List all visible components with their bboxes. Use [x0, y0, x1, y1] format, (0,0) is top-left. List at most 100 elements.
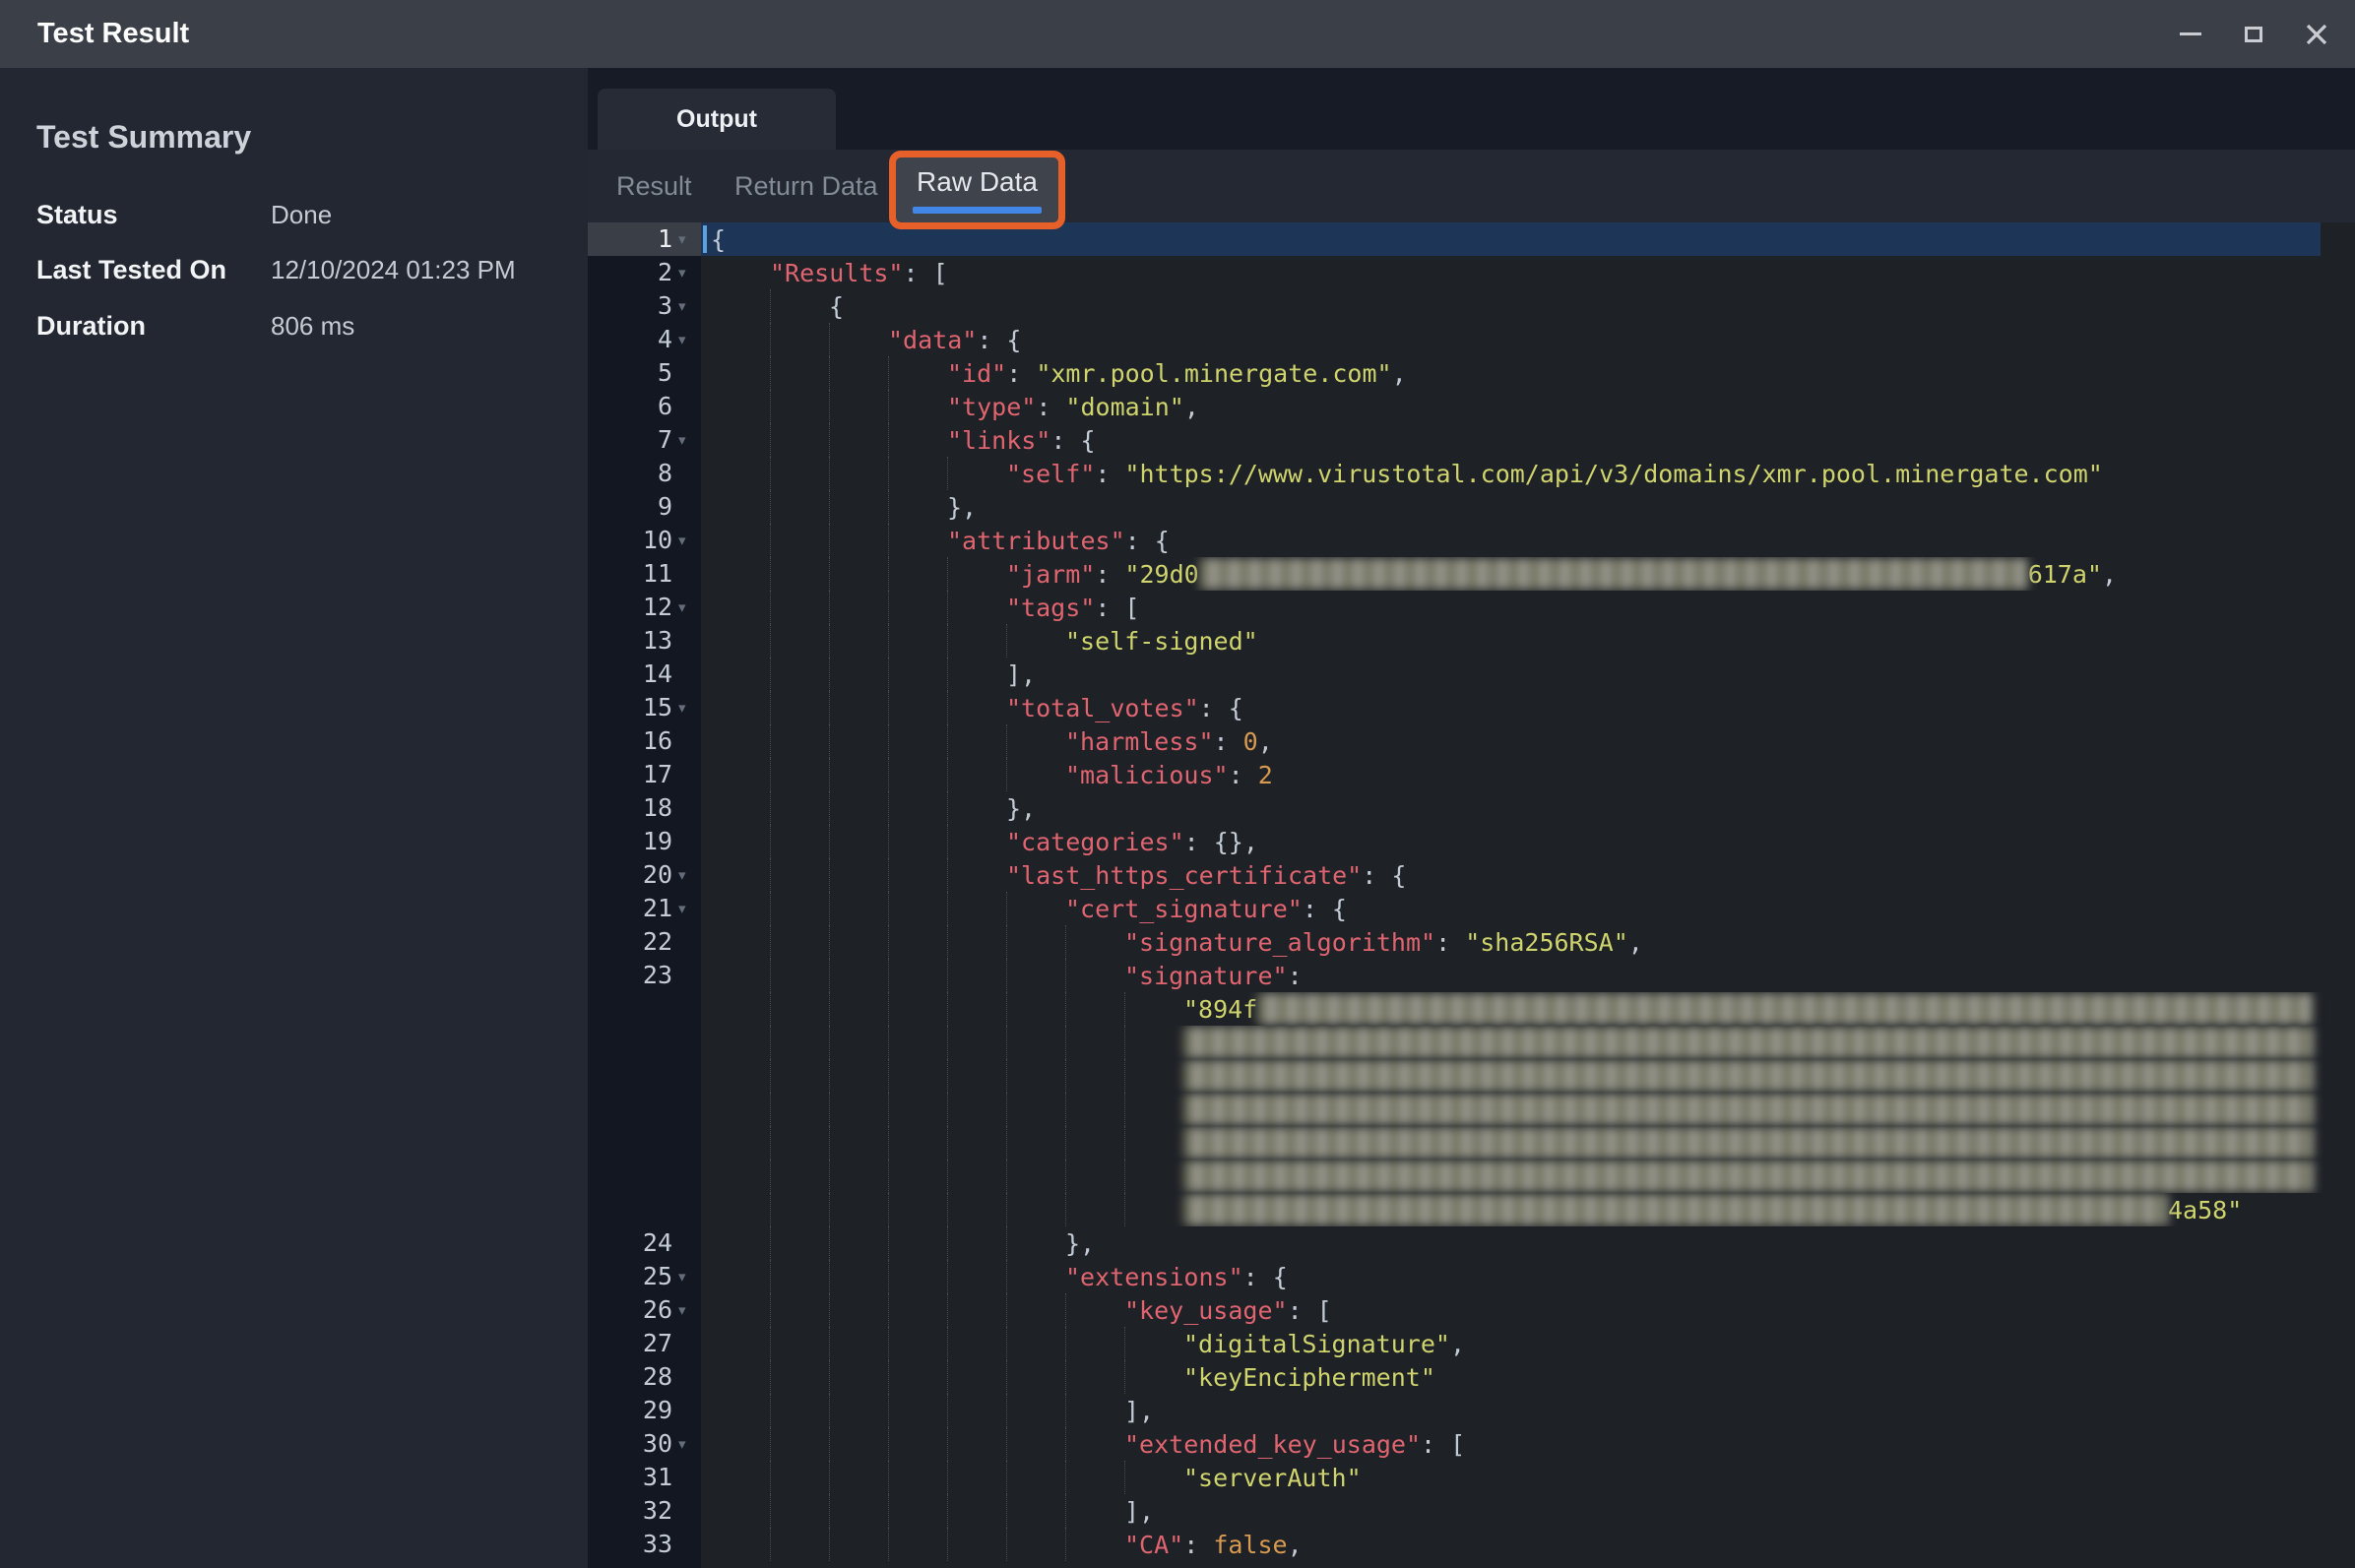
maximize-button[interactable] [2241, 22, 2266, 47]
code-line-19[interactable]: 19"categories": {}, [588, 825, 2355, 858]
token-k: "attributes" [947, 527, 1125, 555]
code-line-16[interactable]: 16"harmless": 0, [588, 724, 2355, 758]
indent-guide [1124, 1327, 1183, 1360]
code-line-10[interactable]: 10▾"attributes": { [588, 524, 2355, 557]
code-line-27[interactable]: 27"digitalSignature", [588, 1327, 2355, 1360]
indent-guide [829, 925, 888, 959]
fold-toggle-icon[interactable]: ▾ [672, 423, 701, 457]
code-line-11[interactable]: 11"jarm": "29d0617a", [588, 557, 2355, 591]
fold-toggle-icon[interactable]: ▾ [672, 1260, 701, 1293]
token-p: , [1288, 1531, 1303, 1559]
indent-guide [829, 591, 888, 624]
summary-row-status: Status Done [36, 200, 568, 230]
line-number: 23 [588, 959, 672, 992]
redacted-text [1199, 558, 2028, 590]
line-number: 26 [588, 1293, 672, 1327]
indent-guide [829, 557, 888, 591]
code-line-wrapped[interactable] [588, 1093, 2355, 1126]
indent-guide [829, 858, 888, 892]
indent-guide [829, 1461, 888, 1494]
token-p: ], [1006, 660, 1036, 689]
fold-toggle-icon[interactable]: ▾ [672, 323, 701, 356]
indent-guide [888, 758, 947, 791]
code-line-7[interactable]: 7▾"links": { [588, 423, 2355, 457]
indent-guide [947, 691, 1006, 724]
subtab-return-data[interactable]: Return Data [734, 150, 878, 222]
line-number: 12 [588, 591, 672, 624]
indent-guide [711, 758, 770, 791]
click-highlight-raw-data[interactable]: Raw Data [889, 151, 1065, 229]
code-line-4[interactable]: 4▾"data": { [588, 323, 2355, 356]
fold-toggle-icon[interactable]: ▾ [672, 1427, 701, 1461]
code-line-29[interactable]: 29], [588, 1394, 2355, 1427]
token-p: ], [1124, 1397, 1154, 1425]
token-p: : [ [903, 259, 947, 287]
indent-guide [888, 1327, 947, 1360]
line-number: 7 [588, 423, 672, 457]
line-number: 13 [588, 624, 672, 658]
code-line-2[interactable]: 2▾"Results": [ [588, 256, 2355, 289]
code-line-3[interactable]: 3▾{ [588, 289, 2355, 323]
code-line-18[interactable]: 18}, [588, 791, 2355, 825]
code-line-20[interactable]: 20▾"last_https_certificate": { [588, 858, 2355, 892]
indent-guide [829, 1026, 888, 1059]
code-line-9[interactable]: 9}, [588, 490, 2355, 524]
code-line-26[interactable]: 26▾"key_usage": [ [588, 1293, 2355, 1327]
subtab-raw-data[interactable]: Raw Data [917, 166, 1038, 198]
code-line-14[interactable]: 14], [588, 658, 2355, 691]
code-line-21[interactable]: 21▾"cert_signature": { [588, 892, 2355, 925]
code-line-30[interactable]: 30▾"extended_key_usage": [ [588, 1427, 2355, 1461]
fold-toggle-icon[interactable]: ▾ [672, 691, 701, 724]
code-line-33[interactable]: 33"CA": false, [588, 1528, 2355, 1561]
code-line-wrapped[interactable]: "894f [588, 992, 2355, 1026]
fold-toggle-icon[interactable]: ▾ [672, 289, 701, 323]
code-line-28[interactable]: 28"keyEncipherment" [588, 1360, 2355, 1394]
tab-output[interactable]: Output [598, 89, 836, 150]
redacted-text [1183, 1094, 2314, 1125]
code-line-wrapped[interactable] [588, 1160, 2355, 1193]
code-line-wrapped[interactable] [588, 1026, 2355, 1059]
code-line-24[interactable]: 24}, [588, 1226, 2355, 1260]
indent-guide [888, 892, 947, 925]
code-line-wrapped[interactable]: 4a58" [588, 1193, 2355, 1226]
code-line-15[interactable]: 15▾"total_votes": { [588, 691, 2355, 724]
code-line-6[interactable]: 6"type": "domain", [588, 390, 2355, 423]
fold-toggle-icon[interactable]: ▾ [672, 591, 701, 624]
subtab-result[interactable]: Result [616, 150, 692, 222]
code-content: }, [701, 791, 2355, 825]
code-line-31[interactable]: 31"serverAuth" [588, 1461, 2355, 1494]
code-line-12[interactable]: 12▾"tags": [ [588, 591, 2355, 624]
json-editor[interactable]: 1▾{2▾"Results": [3▾{4▾"data": {5"id": "x… [588, 222, 2355, 1568]
code-line-wrapped[interactable] [588, 1126, 2355, 1160]
code-line-23[interactable]: 23"signature": [588, 959, 2355, 992]
code-line-1[interactable]: 1▾{ [588, 222, 2355, 256]
gutter-cell: 22 [588, 925, 701, 959]
code-line-25[interactable]: 25▾"extensions": { [588, 1260, 2355, 1293]
code-line-13[interactable]: 13"self-signed" [588, 624, 2355, 658]
code-line-17[interactable]: 17"malicious": 2 [588, 758, 2355, 791]
fold-toggle-icon[interactable]: ▾ [672, 858, 701, 892]
indent-guide [888, 591, 947, 624]
token-p: : { [1303, 895, 1347, 923]
code-content: "extended_key_usage": [ [701, 1427, 2355, 1461]
line-number: 29 [588, 1394, 672, 1427]
indent-guide [711, 423, 770, 457]
fold-toggle-icon[interactable]: ▾ [672, 1293, 701, 1327]
code-line-wrapped[interactable] [588, 1059, 2355, 1093]
indent-guide [711, 490, 770, 524]
token-p: }, [1065, 1229, 1095, 1258]
indent-guide [947, 658, 1006, 691]
indent-guide [947, 758, 1006, 791]
code-line-32[interactable]: 32], [588, 1494, 2355, 1528]
minimize-button[interactable] [2178, 22, 2203, 47]
code-line-5[interactable]: 5"id": "xmr.pool.minergate.com", [588, 356, 2355, 390]
indent-guide [947, 1327, 1006, 1360]
code-line-8[interactable]: 8"self": "https://www.virustotal.com/api… [588, 457, 2355, 490]
fold-toggle-icon[interactable]: ▾ [672, 222, 701, 256]
close-button[interactable] [2304, 22, 2329, 47]
fold-toggle-icon[interactable]: ▾ [672, 892, 701, 925]
fold-toggle-icon[interactable]: ▾ [672, 524, 701, 557]
fold-toggle-icon[interactable]: ▾ [672, 256, 701, 289]
indent-guide [1006, 1260, 1065, 1293]
code-line-22[interactable]: 22"signature_algorithm": "sha256RSA", [588, 925, 2355, 959]
